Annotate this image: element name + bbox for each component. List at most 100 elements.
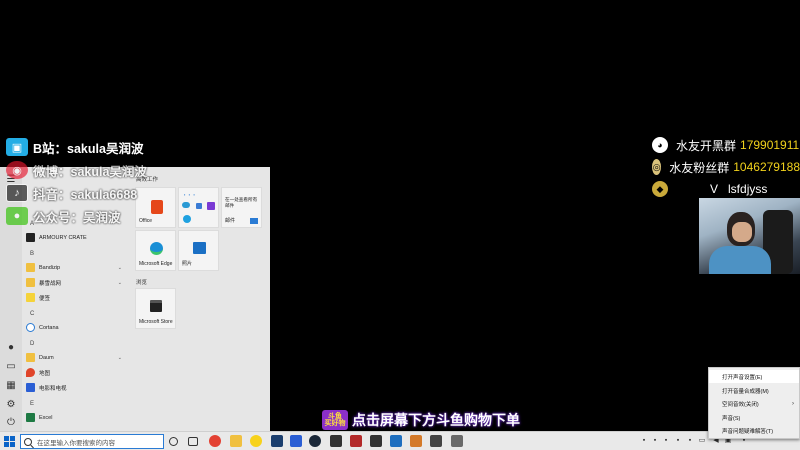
shopping-banner: 斗鱼 买好物 点击屏幕下方斗鱼购物下单 [322,409,520,431]
document-icon[interactable]: ▭ [5,361,17,373]
chevron-down-icon: ⌄ [117,354,122,361]
network-icon[interactable]: ▭ [698,437,706,445]
chrome-icon[interactable] [209,435,221,447]
tray-app-icon[interactable]: ▪ [674,437,682,445]
qq-icon: ◕ [652,137,668,153]
list-item[interactable]: ARMOURY CRATE [26,230,126,245]
app-icon [207,202,215,210]
overlay-v-contact: ◆ V lsfdjyss [652,178,800,200]
tile-mail[interactable]: 在一处查看所有邮件 邮件 [221,187,262,228]
movies-tv-icon [26,383,35,392]
list-item[interactable]: 暴雪战网 ⌄ [26,275,126,290]
windows-start-icon[interactable] [4,436,15,447]
menu-item-sounds[interactable]: 声音(S) [709,411,799,424]
tray-app-icon[interactable]: ▪ [651,437,659,445]
settings-icon[interactable]: ⚙ [5,399,17,411]
app-label: Bandizip [39,264,61,271]
chevron-down-icon: ⌄ [117,279,122,286]
group-title-browse: 浏览 [136,280,148,286]
menu-item-label: 声音问题疑难解答(T) [722,428,774,435]
menu-item-troubleshoot[interactable]: 声音问题疑难解答(T) [709,424,799,437]
v-name: lsfdjyss [728,182,768,196]
skype-icon [183,215,191,223]
app-label: Cortana [39,324,59,331]
list-item[interactable]: Daum ⌄ [26,350,126,365]
store-icon [150,300,162,312]
app-icon[interactable] [290,435,302,447]
overlay-row-douyin: ♪ 抖音：sakula6688 [6,182,176,204]
app-icon [196,203,202,209]
app-icon[interactable] [390,435,402,447]
app-icon[interactable] [350,435,362,447]
tile-photos[interactable]: 照片 [178,230,219,271]
qq-group-number: 1046279188 [733,160,800,174]
app-label: 暴雪战网 [39,280,62,287]
app-label: 电影和电视 [39,385,67,392]
app-icon[interactable] [250,435,262,447]
menu-item-volume-mixer[interactable]: 打开音量合成器(M) [709,384,799,397]
cortana-circle-icon[interactable] [169,437,178,446]
tray-app-icon[interactable]: ▪ [640,437,648,445]
folder-icon [26,353,35,362]
stream-overlay-groups: ◕ 水友开黑群 179901911 ◎ 水友粉丝群 1046279188 ◆ V… [652,134,800,200]
pictures-icon[interactable]: ▦ [5,380,17,392]
app-icon[interactable] [410,435,422,447]
tray-app-icon[interactable]: ▪ [686,437,694,445]
menu-item-label: 打开音量合成器(M) [722,388,769,395]
task-view-icon[interactable] [188,437,198,446]
app-label: 便签 [39,295,51,302]
list-item[interactable]: 电影和电视 [26,380,126,395]
menu-item-label: 声音(S) [722,415,741,422]
armoury-crate-icon [26,233,35,242]
app-icon[interactable] [370,435,382,447]
list-item[interactable]: Cortana [26,320,126,335]
app-label: Daum [39,354,54,361]
list-item[interactable]: 便签 [26,290,126,305]
letter-header-c[interactable]: C [30,311,34,317]
steam-icon[interactable] [309,435,321,447]
app-icon[interactable] [271,435,283,447]
stream-overlay-social: ▣ B站：sakula吴润波 ◉ 微博：sakula吴润波 ♪ 抖音：sakul… [6,136,176,228]
webcam-person-body [709,246,771,274]
menu-item-open-sound-settings[interactable]: 打开声音设置(E) [709,370,799,383]
power-icon[interactable]: ⏻ [5,417,17,429]
maps-icon [26,368,35,377]
list-item[interactable]: 地图 [26,365,126,380]
list-item[interactable]: Excel [26,410,126,425]
tile-label: Microsoft Edge [139,261,173,267]
tray-app-icon[interactable]: ▪ [662,437,670,445]
mail-icon [250,218,258,224]
overlay-text: B站：sakula吴润波 [33,141,144,156]
chevron-right-icon: › [792,400,794,407]
overlay-text: 抖音：sakula6688 [33,187,138,202]
menu-item-spatial-sound[interactable]: 空间音效(关闭) › [709,397,799,410]
douyu-shop-logo: 斗鱼 买好物 [322,410,348,430]
overlay-qq-group-1: ◕ 水友开黑群 179901911 [652,134,800,156]
tile-app-folder[interactable]: ▪ ▪ ▪ [178,187,219,228]
douyin-icon: ♪ [6,184,28,202]
v-label: V [710,182,719,196]
tile-store[interactable]: Microsoft Store [135,288,176,329]
search-placeholder: 在这里输入你要搜索的内容 [37,439,115,447]
taskbar-search-box[interactable]: 在这里输入你要搜索的内容 [20,434,164,449]
app-label: Excel [39,414,53,421]
qq-group-label: 水友粉丝群 [669,160,730,175]
webcam-person-face [732,222,752,242]
overlay-row-bilibili: ▣ B站：sakula吴润波 [6,136,176,158]
photos-icon [193,242,206,254]
menu-item-label: 打开声音设置(E) [722,374,763,381]
app-folder-dots: ▪ ▪ ▪ [184,192,195,197]
app-icon[interactable] [430,435,442,447]
edge-icon [150,242,163,255]
list-item[interactable]: Bandizip ⌄ [26,260,126,275]
user-icon[interactable]: ● [5,342,17,354]
app-icon[interactable] [330,435,342,447]
letter-header-b[interactable]: B [30,251,34,257]
app-icon[interactable] [451,435,463,447]
file-explorer-icon[interactable] [230,435,242,447]
tile-label: Microsoft Store [139,319,173,325]
tile-edge[interactable]: Microsoft Edge [135,230,176,271]
letter-header-e[interactable]: E [30,401,34,407]
bilibili-icon: ▣ [6,138,28,156]
letter-header-d[interactable]: D [30,341,34,347]
